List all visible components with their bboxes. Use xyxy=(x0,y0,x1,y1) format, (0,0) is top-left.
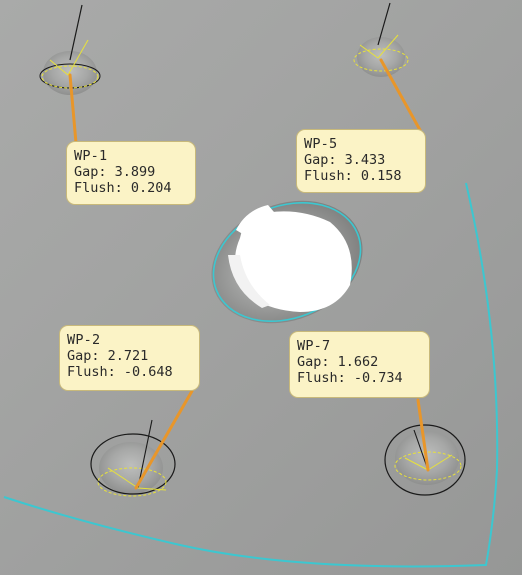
measurement-callout-wp-2[interactable]: WP-2 Gap: 2.721 Flush: -0.648 xyxy=(59,325,200,391)
callout-flush: Flush: -0.734 xyxy=(297,370,403,386)
callout-gap: Gap: 3.433 xyxy=(304,152,386,168)
scene-canvas[interactable] xyxy=(0,0,522,581)
center-hole xyxy=(211,200,363,324)
viewport-bottom-edge xyxy=(0,575,522,581)
leader-line-wp-5 xyxy=(379,58,422,132)
measurement-point-marker[interactable] xyxy=(90,419,176,497)
callout-gap: Gap: 3.899 xyxy=(74,164,156,180)
callout-name: WP-1 xyxy=(74,148,108,164)
measurement-point-marker[interactable] xyxy=(384,424,466,496)
leader-line-wp-2 xyxy=(134,389,194,490)
callout-flush: Flush: -0.648 xyxy=(67,364,173,380)
callout-flush: Flush: 0.158 xyxy=(304,168,402,184)
measurement-callout-wp-5[interactable]: WP-5 Gap: 3.433 Flush: 0.158 xyxy=(296,129,426,193)
callout-flush: Flush: 0.204 xyxy=(74,180,172,196)
callout-name: WP-2 xyxy=(67,332,101,348)
3d-viewport[interactable]: WP-1 Gap: 3.899 Flush: 0.204 WP-5 Gap: 3… xyxy=(0,0,522,581)
callout-name: WP-7 xyxy=(297,338,331,354)
measurement-point-marker[interactable] xyxy=(353,2,409,77)
measurement-callout-wp-7[interactable]: WP-7 Gap: 1.662 Flush: -0.734 xyxy=(289,331,430,398)
callout-gap: Gap: 2.721 xyxy=(67,348,149,364)
callout-gap: Gap: 1.662 xyxy=(297,354,379,370)
callout-name: WP-5 xyxy=(304,136,338,152)
measurement-callout-wp-1[interactable]: WP-1 Gap: 3.899 Flush: 0.204 xyxy=(66,141,196,205)
